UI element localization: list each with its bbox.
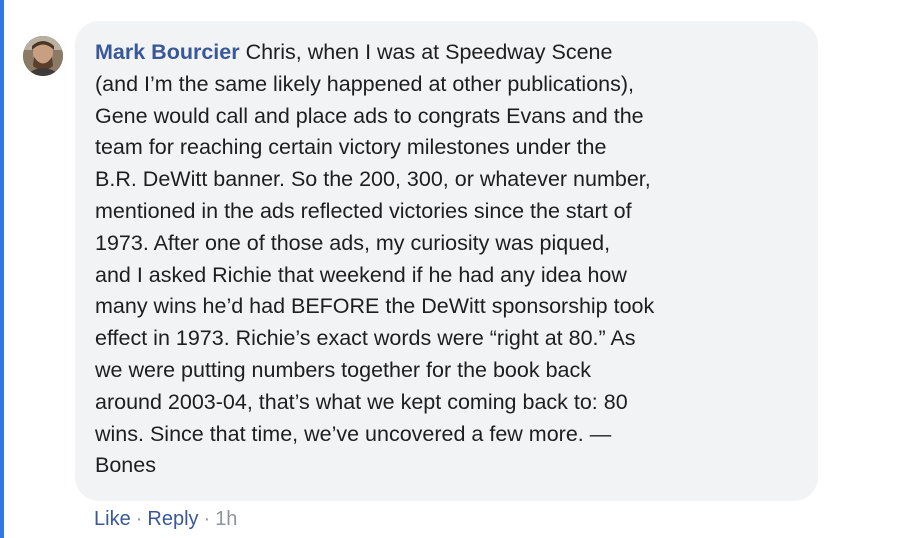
comment-body: Mark Bourcier Chris, when I was at Speed… — [95, 37, 798, 482]
reply-button[interactable]: Reply — [147, 508, 198, 530]
like-button[interactable]: Like — [94, 508, 131, 530]
comment-actions: Like · Reply · 1h — [94, 505, 237, 533]
separator: · — [203, 508, 211, 530]
avatar[interactable] — [23, 36, 63, 76]
separator: · — [135, 508, 143, 530]
comment-text: Chris, when I was at Speedway Scene (and… — [95, 40, 655, 478]
user-avatar-icon — [23, 36, 63, 76]
comment-bubble: Mark Bourcier Chris, when I was at Speed… — [75, 21, 818, 501]
thread-indicator-line — [0, 0, 4, 538]
comment-view: Mark Bourcier Chris, when I was at Speed… — [0, 0, 900, 538]
comment-author-link[interactable]: Mark Bourcier — [95, 40, 240, 64]
comment-timestamp[interactable]: 1h — [215, 508, 237, 530]
